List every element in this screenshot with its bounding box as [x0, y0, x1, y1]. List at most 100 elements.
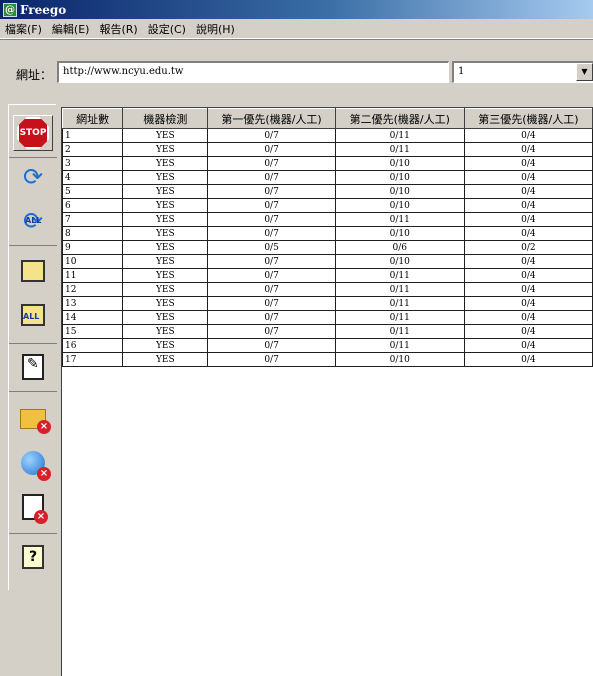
- table-row[interactable]: 2 YES 0/7 0/11 0/4: [62, 142, 593, 157]
- table-row[interactable]: 9 YES 0/5 0/6 0/2: [62, 240, 593, 255]
- refresh-all-button[interactable]: ⟳ ALL: [13, 203, 53, 239]
- table-row[interactable]: 13 YES 0/7 0/11 0/4: [62, 296, 593, 311]
- table-row[interactable]: 8 YES 0/7 0/10 0/4: [62, 226, 593, 241]
- side-toolbar: STOP ⟳ ⟳ ALL ALL ✎ × × × ?: [8, 104, 57, 590]
- column-header[interactable]: 網址數: [62, 108, 124, 129]
- table-row[interactable]: 14 YES 0/7 0/11 0/4: [62, 310, 593, 325]
- table-row[interactable]: 5 YES 0/7 0/10 0/4: [62, 184, 593, 199]
- table-cell: 0/10: [334, 352, 465, 367]
- table-cell: 0/7: [207, 198, 336, 213]
- table-cell: 0/10: [334, 170, 465, 185]
- table-cell: 16: [62, 338, 124, 353]
- table-cell: 15: [62, 324, 124, 339]
- edit-button[interactable]: ✎: [13, 349, 53, 385]
- table-row[interactable]: 6 YES 0/7 0/10 0/4: [62, 198, 593, 213]
- table-cell: 0/7: [207, 310, 336, 325]
- menu-file[interactable]: 檔案(F): [0, 21, 47, 37]
- table-cell: 0/4: [463, 226, 593, 241]
- table-cell: 0/4: [463, 282, 593, 297]
- table-cell: 0/7: [207, 156, 336, 171]
- table-cell: 0/4: [463, 254, 593, 269]
- menu-settings[interactable]: 設定(C): [143, 21, 191, 37]
- results-table-area: 網址數 機器檢測 第一優先(機器/人工) 第二優先(機器/人工) 第三優先(機器…: [61, 107, 593, 676]
- table-cell: 0/4: [463, 296, 593, 311]
- delete-folder-button[interactable]: ×: [13, 401, 53, 437]
- delete-file-button[interactable]: ×: [13, 489, 53, 525]
- table-cell: 0/4: [463, 142, 593, 157]
- print-all-button[interactable]: ALL: [13, 297, 53, 333]
- column-header[interactable]: 第一優先(機器/人工): [207, 108, 336, 129]
- table-cell: 0/7: [207, 254, 336, 269]
- table-cell: 1: [62, 128, 124, 143]
- table-cell: 5: [62, 184, 124, 199]
- table-row[interactable]: 15 YES 0/7 0/11 0/4: [62, 324, 593, 339]
- table-cell: 9: [62, 240, 124, 255]
- table-cell: 0/11: [334, 338, 465, 353]
- table-cell: 4: [62, 170, 124, 185]
- table-cell: 0/11: [334, 128, 465, 143]
- table-cell: YES: [122, 184, 209, 199]
- table-cell: 0/11: [334, 282, 465, 297]
- table-cell: 0/7: [207, 128, 336, 143]
- help-button[interactable]: ?: [13, 539, 53, 575]
- folder-delete-icon: ×: [20, 409, 51, 434]
- column-header[interactable]: 第二優先(機器/人工): [334, 108, 465, 129]
- table-cell: YES: [122, 240, 209, 255]
- table-cell: YES: [122, 212, 209, 227]
- address-input[interactable]: http://www.ncyu.edu.tw: [57, 61, 449, 83]
- table-cell: YES: [122, 128, 209, 143]
- table-cell: 0/4: [463, 156, 593, 171]
- table-row[interactable]: 17 YES 0/7 0/10 0/4: [62, 352, 593, 367]
- table-cell: YES: [122, 156, 209, 171]
- table-row[interactable]: 3 YES 0/7 0/10 0/4: [62, 156, 593, 171]
- table-cell: 0/7: [207, 282, 336, 297]
- table-cell: 0/11: [334, 296, 465, 311]
- table-cell: 7: [62, 212, 124, 227]
- menu-help[interactable]: 說明(H): [191, 21, 240, 37]
- column-header[interactable]: 機器檢測: [122, 108, 209, 129]
- refresh-icon: ⟳: [22, 163, 44, 191]
- print-all-icon: ALL: [21, 304, 45, 326]
- table-cell: 11: [62, 268, 124, 283]
- table-row[interactable]: 10 YES 0/7 0/10 0/4: [62, 254, 593, 269]
- chevron-down-icon[interactable]: ▼: [576, 63, 593, 81]
- depth-select[interactable]: 1: [452, 61, 593, 83]
- stop-button[interactable]: STOP: [13, 115, 53, 151]
- table-cell: 0/4: [463, 324, 593, 339]
- table-cell: YES: [122, 198, 209, 213]
- results-table: 網址數 機器檢測 第一優先(機器/人工) 第二優先(機器/人工) 第三優先(機器…: [62, 108, 593, 367]
- table-cell: 0/4: [463, 170, 593, 185]
- stop-icon: STOP: [17, 117, 49, 149]
- table-cell: 0/11: [334, 212, 465, 227]
- help-icon: ?: [22, 545, 44, 569]
- table-cell: 0/7: [207, 170, 336, 185]
- table-row[interactable]: 4 YES 0/7 0/10 0/4: [62, 170, 593, 185]
- menu-edit[interactable]: 編輯(E): [47, 21, 95, 37]
- delete-web-button[interactable]: ×: [13, 445, 53, 481]
- table-row[interactable]: 1 YES 0/7 0/11 0/4: [62, 128, 593, 143]
- table-cell: 6: [62, 198, 124, 213]
- ie-delete-icon: ×: [21, 451, 51, 481]
- table-cell: 0/7: [207, 324, 336, 339]
- table-row[interactable]: 11 YES 0/7 0/11 0/4: [62, 268, 593, 283]
- table-cell: YES: [122, 268, 209, 283]
- menu-report[interactable]: 報告(R): [94, 21, 142, 37]
- table-cell: 13: [62, 296, 124, 311]
- table-cell: YES: [122, 142, 209, 157]
- address-bar: 網址： http://www.ncyu.edu.tw 1 ▼: [0, 56, 593, 90]
- table-cell: YES: [122, 338, 209, 353]
- table-cell: 0/10: [334, 198, 465, 213]
- table-cell: YES: [122, 324, 209, 339]
- table-cell: YES: [122, 296, 209, 311]
- window-title: Freego: [20, 2, 67, 17]
- table-cell: 0/11: [334, 268, 465, 283]
- column-header[interactable]: 第三優先(機器/人工): [463, 108, 593, 129]
- refresh-button[interactable]: ⟳: [13, 159, 53, 195]
- print-button[interactable]: [13, 253, 53, 289]
- table-cell: 0/4: [463, 352, 593, 367]
- table-cell: 0/7: [207, 268, 336, 283]
- table-row[interactable]: 7 YES 0/7 0/11 0/4: [62, 212, 593, 227]
- table-row[interactable]: 12 YES 0/7 0/11 0/4: [62, 282, 593, 297]
- table-cell: 0/10: [334, 156, 465, 171]
- table-row[interactable]: 16 YES 0/7 0/11 0/4: [62, 338, 593, 353]
